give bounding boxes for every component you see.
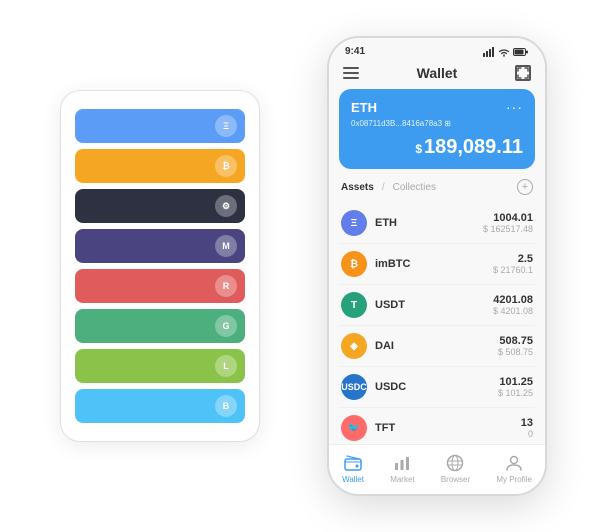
wallet-nav-label: Wallet: [342, 475, 364, 484]
time-display: 9:41: [345, 46, 365, 57]
page-title: Wallet: [417, 65, 458, 81]
expand-icon[interactable]: [515, 65, 531, 81]
assets-tabs: Assets / Collecties: [341, 182, 436, 193]
usdc-amount: 101.25: [498, 376, 533, 388]
imbtc-usd: $ 21760.1: [493, 265, 533, 275]
eth-balance: $189,089.11: [351, 136, 523, 159]
imbtc-name: imBTC: [375, 258, 493, 270]
eth-label: ETH: [351, 100, 377, 115]
asset-row-usdc[interactable]: USDC USDC 101.25 $ 101.25: [339, 367, 535, 408]
signal-icon: [483, 47, 495, 57]
assets-header: Assets / Collecties +: [329, 179, 545, 203]
scene: Ξ ₿ ⚙ M R G L B 9:41: [0, 0, 602, 532]
dai-name: DAI: [375, 340, 498, 352]
usdc-name: USDC: [375, 381, 498, 393]
imbtc-amount: 2.5: [493, 253, 533, 265]
wallet-nav-icon: [343, 453, 363, 473]
battery-icon: [513, 47, 529, 57]
eth-amounts: 1004.01 $ 162517.48: [483, 212, 533, 234]
eth-name: ETH: [375, 217, 483, 229]
imbtc-amounts: 2.5 $ 21760.1: [493, 253, 533, 275]
asset-row-usdt[interactable]: T USDT 4201.08 $ 4201.08: [339, 285, 535, 326]
card-item-7[interactable]: L: [75, 349, 245, 383]
tft-amount: 13: [521, 417, 533, 429]
profile-nav-label: My Profile: [496, 475, 532, 484]
dai-amount: 508.75: [498, 335, 533, 347]
eth-card-header: ETH ···: [351, 99, 523, 115]
eth-address: 0x08711d3B...8416a78a3 ⊞: [351, 119, 523, 128]
usdt-usd: $ 4201.08: [493, 306, 533, 316]
profile-nav-icon: [504, 453, 524, 473]
tft-usd: 0: [521, 429, 533, 439]
browser-nav-label: Browser: [441, 475, 470, 484]
card-dot-3: ⚙: [215, 195, 237, 217]
card-dot-1: Ξ: [215, 115, 237, 137]
tft-icon: 🐦: [341, 415, 367, 441]
browser-nav-icon: [445, 453, 465, 473]
usdc-amounts: 101.25 $ 101.25: [498, 376, 533, 398]
card-dot-6: G: [215, 315, 237, 337]
tab-divider: /: [382, 182, 385, 193]
nav-item-wallet[interactable]: Wallet: [342, 453, 364, 484]
eth-wallet-card[interactable]: ETH ··· 0x08711d3B...8416a78a3 ⊞ $189,08…: [339, 89, 535, 169]
eth-icon: Ξ: [341, 210, 367, 236]
card-item-1[interactable]: Ξ: [75, 109, 245, 143]
bottom-nav: Wallet Market: [329, 444, 545, 494]
card-item-8[interactable]: B: [75, 389, 245, 423]
market-nav-icon: [392, 453, 412, 473]
dai-amounts: 508.75 $ 508.75: [498, 335, 533, 357]
card-item-4[interactable]: M: [75, 229, 245, 263]
tab-collectibles[interactable]: Collecties: [393, 182, 436, 193]
imbtc-icon: ₿: [341, 251, 367, 277]
card-item-5[interactable]: R: [75, 269, 245, 303]
card-item-2[interactable]: ₿: [75, 149, 245, 183]
phone-header: Wallet: [329, 61, 545, 89]
asset-row-tft[interactable]: 🐦 TFT 13 0: [339, 408, 535, 444]
tab-assets[interactable]: Assets: [341, 182, 374, 193]
market-nav-label: Market: [390, 475, 414, 484]
usdc-icon: USDC: [341, 374, 367, 400]
asset-row-eth[interactable]: Ξ ETH 1004.01 $ 162517.48: [339, 203, 535, 244]
wifi-icon: [498, 47, 510, 57]
eth-usd: $ 162517.48: [483, 224, 533, 234]
card-item-6[interactable]: G: [75, 309, 245, 343]
card-stack: Ξ ₿ ⚙ M R G L B: [60, 90, 260, 442]
asset-row-imbtc[interactable]: ₿ imBTC 2.5 $ 21760.1: [339, 244, 535, 285]
eth-more-button[interactable]: ···: [506, 99, 523, 115]
usdt-name: USDT: [375, 299, 493, 311]
asset-list: Ξ ETH 1004.01 $ 162517.48 ₿ imBTC 2.5 $ …: [329, 203, 545, 444]
usdt-amount: 4201.08: [493, 294, 533, 306]
tft-amounts: 13 0: [521, 417, 533, 439]
usdt-icon: T: [341, 292, 367, 318]
card-dot-4: M: [215, 235, 237, 257]
add-asset-button[interactable]: +: [517, 179, 533, 195]
card-dot-5: R: [215, 275, 237, 297]
nav-item-market[interactable]: Market: [390, 453, 414, 484]
asset-row-dai[interactable]: ◈ DAI 508.75 $ 508.75: [339, 326, 535, 367]
phone-mockup: 9:41: [327, 36, 547, 496]
card-dot-8: B: [215, 395, 237, 417]
dai-usd: $ 508.75: [498, 347, 533, 357]
nav-item-browser[interactable]: Browser: [441, 453, 470, 484]
menu-icon[interactable]: [343, 67, 359, 79]
card-dot-2: ₿: [215, 155, 237, 177]
usdt-amounts: 4201.08 $ 4201.08: [493, 294, 533, 316]
eth-amount: 1004.01: [483, 212, 533, 224]
dai-icon: ◈: [341, 333, 367, 359]
nav-item-profile[interactable]: My Profile: [496, 453, 532, 484]
tft-name: TFT: [375, 422, 521, 434]
status-bar: 9:41: [329, 38, 545, 61]
card-item-3[interactable]: ⚙: [75, 189, 245, 223]
usdc-usd: $ 101.25: [498, 388, 533, 398]
card-dot-7: L: [215, 355, 237, 377]
status-icons: [483, 47, 529, 57]
